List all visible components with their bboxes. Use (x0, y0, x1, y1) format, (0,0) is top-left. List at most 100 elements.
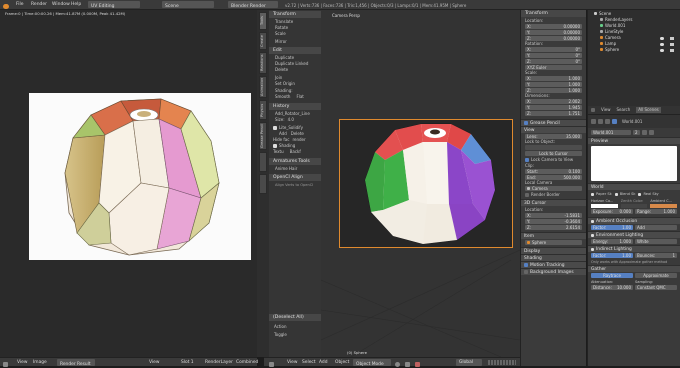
outliner-item-sphere[interactable]: Sphere (600, 47, 619, 53)
real-sky-checkbox[interactable]: Real Sky (638, 191, 659, 197)
transform-panel-header[interactable]: Transform (269, 11, 321, 18)
lock-cursor-toggle[interactable]: Lock to Cursor (525, 151, 582, 156)
motion-tracking-header[interactable]: Motion Tracking (521, 261, 586, 268)
location-y-field[interactable]: Y: 0.00000 (525, 30, 582, 35)
layer-buttons[interactable] (488, 360, 516, 365)
image-editor[interactable]: Frame:0 | Time:00:00.26 | Mem:41.87M (0.… (0, 10, 257, 357)
menu-object[interactable]: Object (335, 360, 349, 365)
grease-pencil-header[interactable]: Grease Pencil (521, 119, 586, 126)
paper-sky-checkbox[interactable]: Paper Sk (591, 191, 612, 197)
scale-x-field[interactable]: X: 1.000 (525, 76, 582, 81)
horizon-color-swatch[interactable] (591, 204, 618, 208)
scene-tab-icon[interactable] (605, 119, 610, 124)
view-header[interactable]: View (521, 126, 586, 133)
outliner-search-menu[interactable]: Search (617, 107, 631, 113)
sphere-object[interactable] (353, 120, 503, 250)
smooth-button[interactable]: Smooth (275, 94, 290, 100)
indirect-lighting-header[interactable]: Indirect Lighting (588, 245, 680, 252)
outliner-view-menu[interactable]: View (601, 107, 611, 113)
distance-field[interactable]: Distance: 10.000 (591, 285, 633, 290)
history-panel-header[interactable]: History (269, 103, 321, 110)
rotation-x-field[interactable]: X: 0° (525, 47, 582, 52)
raytrace-toggle[interactable]: Raytrace (591, 273, 633, 278)
backf-button[interactable]: Backf (290, 149, 301, 155)
delete-button[interactable]: Delete (275, 67, 315, 73)
render-camera-icon[interactable] (670, 43, 674, 46)
render-camera-icon[interactable] (670, 49, 674, 52)
menu-render[interactable]: Render (31, 2, 47, 7)
ambient-color-swatch[interactable] (650, 204, 678, 208)
screen-layout-selector[interactable]: UV Editing (88, 1, 140, 9)
env-color-selector[interactable]: White (635, 239, 677, 244)
ao-factor-field[interactable]: Factor: 1.00 (591, 225, 633, 230)
tab-misc-a[interactable] (259, 152, 267, 172)
menu-image[interactable]: Image (33, 360, 47, 365)
world-header[interactable]: World (588, 183, 680, 190)
tab-grease-pencil[interactable]: Grease Pencil (259, 122, 267, 150)
scene-selector[interactable]: Scene (162, 1, 214, 9)
scale-button[interactable]: Scale (275, 31, 315, 37)
clip-start-field[interactable]: Start: 0.100 (525, 169, 582, 174)
render-engine-selector[interactable]: Blender Render (228, 1, 278, 9)
render-tab-icon[interactable] (591, 119, 596, 124)
cursor-z-field[interactable]: Z: 2.6154 (525, 225, 582, 230)
pass-selector[interactable]: Combined (236, 360, 258, 365)
cursor-x-field[interactable]: X: -1.5831 (525, 213, 582, 218)
lite-solidify-checkbox[interactable] (273, 126, 277, 130)
slot-selector[interactable]: Slot 1 (181, 360, 194, 365)
background-images-header[interactable]: Background Images (521, 268, 586, 275)
outliner-type-icon[interactable] (591, 108, 595, 112)
menu-file[interactable]: File (16, 2, 24, 7)
tab-create[interactable]: Create (259, 32, 267, 50)
render-camera-icon[interactable] (670, 37, 674, 40)
tab-animation[interactable]: Animation (259, 76, 267, 98)
menu-help[interactable]: Help (71, 2, 81, 7)
preview-header[interactable]: Preview (588, 137, 680, 144)
indirect-factor-field[interactable]: Factor: 1.00 (591, 253, 633, 258)
menu-view[interactable]: View (17, 360, 27, 365)
cursor-y-field[interactable]: Y: -0.3604 (525, 219, 582, 224)
menu-select[interactable]: Select (302, 360, 316, 365)
display-header[interactable]: Display (521, 247, 586, 254)
textu-button[interactable]: Textu (273, 149, 284, 155)
menu-window[interactable]: Window (52, 2, 70, 7)
sampling-method-selector[interactable]: Constant QMC (635, 285, 677, 290)
toggle-button[interactable]: Toggle (274, 332, 287, 338)
tab-tools[interactable]: Tools (259, 12, 267, 30)
dimensions-x-field[interactable]: X: 2.002 (525, 99, 582, 104)
local-camera-field[interactable]: Camera (525, 186, 582, 191)
opencl-align-header[interactable]: OpenCl Align (269, 174, 321, 181)
close-icon[interactable] (649, 130, 654, 135)
tab-misc-b[interactable] (259, 174, 267, 194)
armatures-tools-header[interactable]: Armatures Tools (269, 158, 321, 165)
flat-button[interactable]: Flat (296, 94, 303, 100)
menu-add[interactable]: Add (319, 360, 328, 365)
world-tab-icon[interactable] (612, 119, 617, 124)
3d-viewport[interactable]: Camera Persp (0) Sphere (321, 10, 520, 357)
dimensions-y-field[interactable]: Y: 1.945 (525, 105, 582, 110)
item-header[interactable]: Item (521, 232, 586, 239)
environment-lighting-header[interactable]: Environment Lighting (588, 231, 680, 238)
redo-panel-header[interactable]: (Deselect All) (269, 314, 321, 321)
visibility-eye-icon[interactable] (660, 43, 664, 46)
world-datablock-field[interactable]: World.001 (591, 130, 631, 135)
fake-user-icon[interactable] (642, 130, 647, 135)
range-field[interactable]: Range: 1.000 (635, 209, 677, 214)
lock-camera-checkbox[interactable] (525, 158, 529, 162)
3d-cursor-header[interactable]: 3D Cursor (521, 199, 586, 206)
render-border-checkbox[interactable] (525, 193, 529, 197)
zenith-color-swatch[interactable] (620, 204, 648, 208)
menu-view-3d[interactable]: View (287, 360, 297, 365)
rotation-y-field[interactable]: Y: 0° (525, 53, 582, 58)
view-selector[interactable]: View (149, 360, 159, 365)
item-name-field[interactable]: Sphere (525, 240, 582, 245)
size-value[interactable]: 4.0 (288, 117, 294, 123)
dimensions-z-field[interactable]: Z: 1.751 (525, 111, 582, 116)
lock-object-field[interactable] (525, 145, 582, 150)
shading-checkbox[interactable] (273, 144, 277, 148)
image-browse-field[interactable]: Render Result (57, 359, 95, 367)
layers-tab-icon[interactable] (598, 119, 603, 124)
rotation-z-field[interactable]: Z: 0° (525, 59, 582, 64)
visibility-eye-icon[interactable] (660, 37, 664, 40)
gather-header[interactable]: Gather (588, 265, 680, 272)
